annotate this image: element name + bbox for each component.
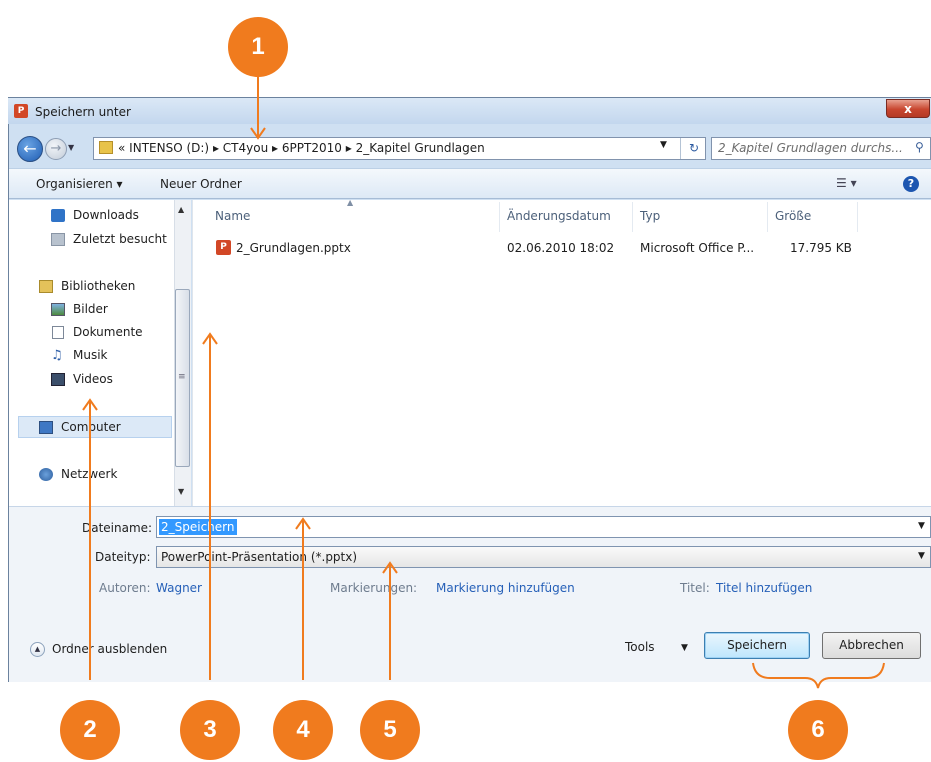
breadcrumb-overflow[interactable]: « bbox=[118, 141, 125, 155]
column-header-date[interactable]: Änderungsdatum bbox=[507, 209, 611, 223]
column-divider[interactable] bbox=[632, 202, 633, 232]
help-icon[interactable]: ? bbox=[903, 176, 919, 192]
filename-label: Dateiname: bbox=[82, 521, 153, 535]
command-toolbar bbox=[9, 168, 931, 199]
annotation-badge-4: 4 bbox=[273, 700, 333, 760]
title-bar[interactable] bbox=[8, 98, 931, 124]
search-placeholder: 2_Kapitel Grundlagen durchs... bbox=[718, 141, 903, 155]
breadcrumb-ct4you[interactable]: CT4you bbox=[223, 141, 268, 155]
scroll-up-icon[interactable]: ▲ bbox=[178, 205, 184, 214]
filename-dropdown-icon[interactable]: ▼ bbox=[918, 521, 925, 531]
column-header-type[interactable]: Typ bbox=[640, 209, 660, 223]
pictures-icon bbox=[51, 303, 65, 316]
refresh-icon[interactable]: ↻ bbox=[680, 138, 707, 159]
sort-ascending-icon: ▲ bbox=[347, 198, 354, 207]
downloads-icon bbox=[51, 209, 65, 222]
breadcrumb-6ppt2010[interactable]: 6PPT2010 bbox=[282, 141, 342, 155]
save-button[interactable]: Speichern bbox=[704, 632, 810, 659]
back-arrow-icon[interactable]: ← bbox=[17, 136, 43, 162]
column-header-name[interactable]: Name bbox=[215, 209, 250, 223]
collapse-up-icon[interactable]: ▲ bbox=[30, 642, 45, 657]
hide-folders-button[interactable]: Ordner ausblenden bbox=[52, 642, 167, 656]
annotation-badge-6: 6 bbox=[788, 700, 848, 760]
annotation-badge-1: 1 bbox=[228, 17, 288, 77]
sidebar-item-computer[interactable]: Computer bbox=[61, 420, 121, 434]
scroll-down-icon[interactable]: ▼ bbox=[178, 487, 184, 496]
column-divider[interactable] bbox=[767, 202, 768, 232]
tags-label: Markierungen: bbox=[330, 581, 418, 595]
filetype-dropdown-icon[interactable]: ▼ bbox=[918, 551, 925, 561]
breadcrumb-drive[interactable]: INTENSO (D:) bbox=[129, 141, 209, 155]
search-icon[interactable]: ⚲ bbox=[915, 140, 924, 154]
music-icon: ♫ bbox=[51, 348, 63, 363]
filetype-label: Dateityp: bbox=[95, 550, 151, 564]
sidebar-item-downloads[interactable]: Downloads bbox=[73, 208, 139, 222]
pptx-file-icon: P bbox=[216, 240, 231, 255]
column-header-size[interactable]: Größe bbox=[775, 209, 811, 223]
file-date: 02.06.2010 18:02 bbox=[507, 241, 615, 255]
scroll-grip-icon: ≡ bbox=[178, 372, 186, 382]
sidebar-item-pictures[interactable]: Bilder bbox=[73, 302, 108, 316]
history-dropdown-icon[interactable]: ▼ bbox=[68, 143, 74, 152]
breadcrumb-separator[interactable]: ▸ bbox=[346, 141, 352, 155]
sidebar-item-videos[interactable]: Videos bbox=[73, 372, 113, 386]
authors-value[interactable]: Wagner bbox=[156, 581, 202, 595]
filename-field[interactable] bbox=[156, 516, 931, 538]
computer-icon bbox=[39, 421, 53, 434]
organize-button[interactable]: Organisieren ▾ bbox=[36, 177, 123, 191]
sidebar-item-documents[interactable]: Dokumente bbox=[73, 325, 143, 339]
annotation-badge-5: 5 bbox=[360, 700, 420, 760]
libraries-icon bbox=[39, 280, 53, 293]
column-divider[interactable] bbox=[499, 202, 500, 232]
breadcrumb-separator[interactable]: ▸ bbox=[213, 141, 219, 155]
view-options-icon[interactable]: ☰ ▾ bbox=[836, 176, 857, 190]
videos-icon bbox=[51, 373, 65, 386]
network-icon bbox=[39, 468, 53, 481]
new-folder-button[interactable]: Neuer Ordner bbox=[160, 177, 242, 191]
close-button[interactable]: x bbox=[886, 99, 930, 118]
authors-label: Autoren: bbox=[99, 581, 151, 595]
sidebar-item-music[interactable]: Musik bbox=[73, 348, 108, 362]
file-name[interactable]: 2_Grundlagen.pptx bbox=[236, 241, 351, 255]
folder-icon bbox=[99, 141, 113, 154]
cancel-button[interactable]: Abbrechen bbox=[822, 632, 921, 659]
tools-button[interactable]: Tools bbox=[625, 640, 655, 654]
breadcrumb: « INTENSO (D:) ▸ CT4you ▸ 6PPT2010 ▸ 2_K… bbox=[118, 141, 485, 155]
powerpoint-app-icon: P bbox=[14, 104, 28, 118]
title-label: Titel: bbox=[680, 581, 710, 595]
tools-dropdown-icon[interactable]: ▼ bbox=[681, 643, 688, 653]
column-divider[interactable] bbox=[857, 202, 858, 232]
sidebar-item-network[interactable]: Netzwerk bbox=[61, 467, 117, 481]
sidebar-item-recent[interactable]: Zuletzt besucht bbox=[73, 232, 167, 246]
file-type: Microsoft Office P... bbox=[640, 241, 755, 255]
breadcrumb-separator[interactable]: ▸ bbox=[272, 141, 278, 155]
annotation-badge-2: 2 bbox=[60, 700, 120, 760]
filetype-value[interactable]: PowerPoint-Präsentation (*.pptx) bbox=[161, 550, 357, 564]
sidebar-item-libraries[interactable]: Bibliotheken bbox=[61, 279, 135, 293]
file-size: 17.795 KB bbox=[790, 241, 852, 255]
address-dropdown-icon[interactable]: ▼ bbox=[660, 140, 667, 150]
documents-icon bbox=[52, 326, 64, 339]
recent-places-icon bbox=[51, 233, 65, 246]
annotation-badge-3: 3 bbox=[180, 700, 240, 760]
forward-arrow-icon[interactable]: → bbox=[45, 138, 67, 160]
filename-value[interactable]: 2_Speichern bbox=[159, 519, 237, 535]
tags-value[interactable]: Markierung hinzufügen bbox=[436, 581, 575, 595]
title-value[interactable]: Titel hinzufügen bbox=[716, 581, 812, 595]
window-title: Speichern unter bbox=[35, 105, 131, 119]
breadcrumb-kapitel[interactable]: 2_Kapitel Grundlagen bbox=[356, 141, 485, 155]
